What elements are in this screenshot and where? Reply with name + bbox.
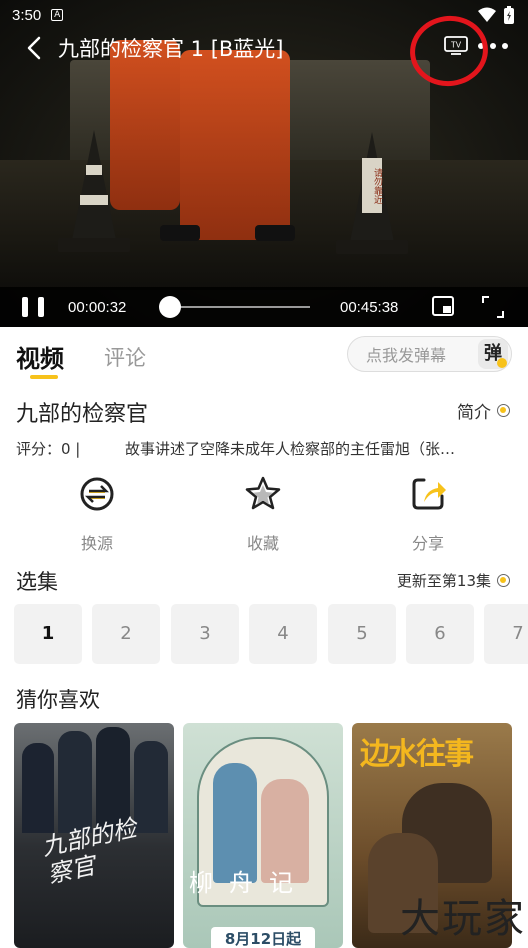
summary-text[interactable]: 故事讲述了空降未成年人检察部的主任雷旭（张… <box>125 438 515 459</box>
episodes-header: 选集 <box>16 570 58 594</box>
total-time: 00:45:38 <box>340 298 399 316</box>
status-time: 3:50 <box>12 6 42 24</box>
episode-button-6[interactable]: 6 <box>406 604 474 664</box>
cone-sign: 请勿靠近 <box>362 158 382 213</box>
switch-source-label: 换源 <box>80 534 113 553</box>
pause-bar-icon <box>38 297 44 317</box>
worker-right <box>180 50 290 240</box>
tab-video[interactable]: 视频 <box>16 339 64 374</box>
episode-list: 1 2 3 4 5 6 7 <box>14 604 528 664</box>
episode-button-4[interactable]: 4 <box>249 604 317 664</box>
poster-2-banner: 8月12日起 <box>211 927 315 948</box>
action-row: 换源 收藏 分享 <box>0 474 528 554</box>
pause-bar-icon <box>22 297 28 317</box>
chevron-left-icon <box>27 36 41 60</box>
fullscreen-icon <box>482 296 504 318</box>
episodes-update-label: 更新至第13集 <box>396 572 491 590</box>
episodes-update-button[interactable]: 更新至第13集 <box>397 570 510 591</box>
danmu-status-icon <box>497 358 507 368</box>
video-player[interactable]: 请勿靠近 3:50 A 九部的检察官 1 [B蓝光] TV 00:00:32 0… <box>0 0 528 327</box>
episode-button-2[interactable]: 2 <box>92 604 160 664</box>
tab-comments[interactable]: 评论 <box>104 342 146 372</box>
poster-1-title-art: 九部的检察官 <box>39 814 139 889</box>
intro-arrow-icon <box>497 404 510 417</box>
traffic-cone-left <box>72 130 116 240</box>
app-notification-icon: A <box>51 9 64 21</box>
episode-button-5[interactable]: 5 <box>328 604 396 664</box>
pause-button[interactable] <box>22 297 44 317</box>
current-time: 00:00:32 <box>68 298 127 316</box>
poster-1[interactable]: 九部的检察官 <box>14 723 174 948</box>
watermark: 大玩家 <box>400 896 526 942</box>
content-tabs: 视频 评论 点我发弹幕 弹 <box>0 327 528 383</box>
poster-2[interactable]: 柳舟记 8月12日起 <box>183 723 343 948</box>
favorite-label: 收藏 <box>246 534 279 553</box>
intro-label: 简介 <box>457 403 491 423</box>
progress-knob[interactable] <box>159 296 181 318</box>
episode-button-1[interactable]: 1 <box>14 604 82 664</box>
episode-button-7[interactable]: 7 <box>484 604 528 664</box>
poster-3-title-art: 边水往事 <box>360 737 474 772</box>
rating-text: 评分：0 | <box>16 440 81 458</box>
battery-icon <box>504 6 514 24</box>
pip-icon <box>432 296 454 316</box>
wifi-icon <box>478 7 496 22</box>
star-icon <box>245 476 281 510</box>
switch-source-icon <box>80 477 114 511</box>
tab-active-indicator <box>30 375 58 379</box>
recommend-list: 九部的检察官 柳舟记 8月12日起 边水往事 大玩家 <box>0 723 528 948</box>
switch-source-button[interactable]: 换源 <box>57 474 137 554</box>
more-dot-icon <box>490 43 496 49</box>
episode-button-3[interactable]: 3 <box>171 604 239 664</box>
progress-track[interactable] <box>159 296 310 318</box>
danmu-toggle-button[interactable]: 弹 <box>478 339 508 369</box>
back-button[interactable] <box>14 30 54 66</box>
danmu-input[interactable]: 点我发弹幕 弹 <box>347 336 512 372</box>
share-label: 分享 <box>411 534 444 553</box>
favorite-button[interactable]: 收藏 <box>223 474 303 554</box>
fullscreen-button[interactable] <box>482 296 504 318</box>
danmu-placeholder: 点我发弹幕 <box>366 346 447 365</box>
video-title: 九部的检察官 1 [B蓝光] <box>58 37 284 61</box>
episodes-arrow-icon <box>497 574 510 587</box>
share-icon <box>412 478 446 510</box>
poster-2-title-art: 柳舟记 <box>189 869 309 897</box>
intro-button[interactable]: 简介 <box>457 398 510 423</box>
show-title: 九部的检察官 <box>16 402 149 427</box>
picture-in-picture-button[interactable] <box>432 296 456 318</box>
share-button[interactable]: 分享 <box>388 474 468 554</box>
recommend-header: 猜你喜欢 <box>16 688 100 712</box>
more-dot-icon <box>502 43 508 49</box>
player-controls: 00:00:32 00:45:38 <box>0 287 528 327</box>
